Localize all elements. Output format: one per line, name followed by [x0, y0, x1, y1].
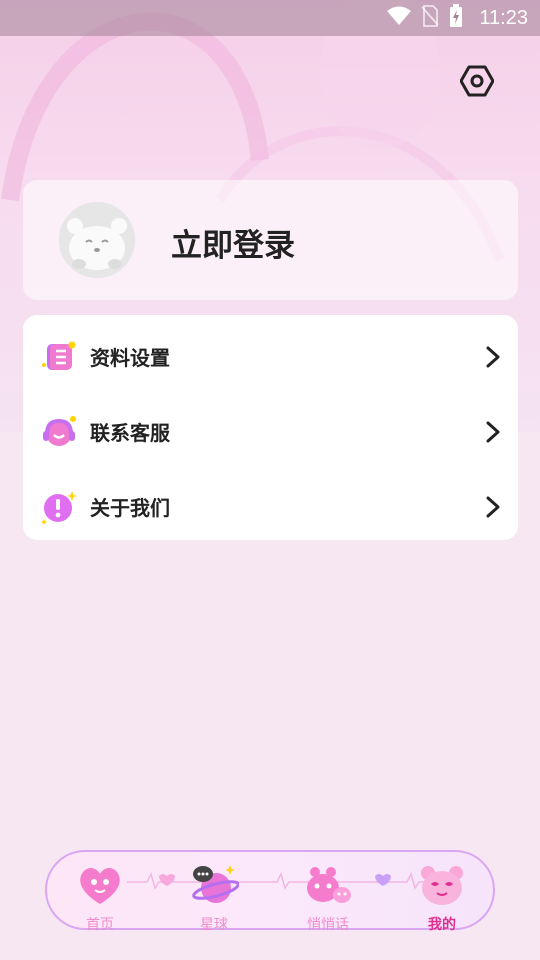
- status-time: 11:23: [479, 6, 528, 29]
- login-card[interactable]: 立即登录: [23, 180, 518, 300]
- menu-item-profile-settings[interactable]: 资料设置: [23, 319, 518, 394]
- battery-charging-icon: [449, 4, 463, 32]
- hexagon-settings-icon: [460, 65, 494, 97]
- tab-planet[interactable]: 星球: [169, 860, 259, 933]
- tab-label: 首页: [86, 917, 114, 933]
- bottom-tab-bar: 首页 星球 悄悄话 我的: [45, 850, 495, 933]
- tab-whisper[interactable]: 悄悄话: [283, 860, 373, 933]
- no-sim-icon: [421, 5, 440, 31]
- status-bar: 11:23: [0, 0, 540, 36]
- whisper-faces-icon: [307, 867, 351, 903]
- planet-chat-icon: [192, 865, 239, 903]
- settings-button[interactable]: [458, 62, 496, 100]
- menu-item-about-us[interactable]: 关于我们: [23, 469, 518, 544]
- info-exclamation-icon: [41, 490, 77, 525]
- tab-label: 星球: [200, 917, 228, 933]
- chevron-right-icon: [486, 421, 500, 442]
- login-label[interactable]: 立即登录: [171, 220, 295, 265]
- menu-item-label: 联系客服: [90, 421, 170, 445]
- wifi-icon: [387, 6, 412, 30]
- bear-profile-icon: [421, 866, 463, 905]
- menu-item-label: 关于我们: [90, 496, 170, 520]
- default-avatar-icon[interactable]: [59, 202, 135, 278]
- tab-label: 悄悄话: [307, 917, 349, 933]
- heart-home-icon: [80, 867, 120, 904]
- menu-item-contact-service[interactable]: 联系客服: [23, 394, 518, 469]
- chevron-right-icon: [486, 496, 500, 517]
- menu-item-label: 资料设置: [90, 346, 170, 370]
- tab-mine[interactable]: 我的: [397, 860, 487, 933]
- menu-card: 资料设置 联系客服 关于我们: [23, 315, 518, 540]
- profile-document-icon: [42, 341, 76, 370]
- chevron-right-icon: [486, 346, 500, 367]
- tab-home[interactable]: 首页: [55, 860, 145, 933]
- headset-icon: [43, 415, 76, 446]
- tab-label: 我的: [428, 917, 456, 933]
